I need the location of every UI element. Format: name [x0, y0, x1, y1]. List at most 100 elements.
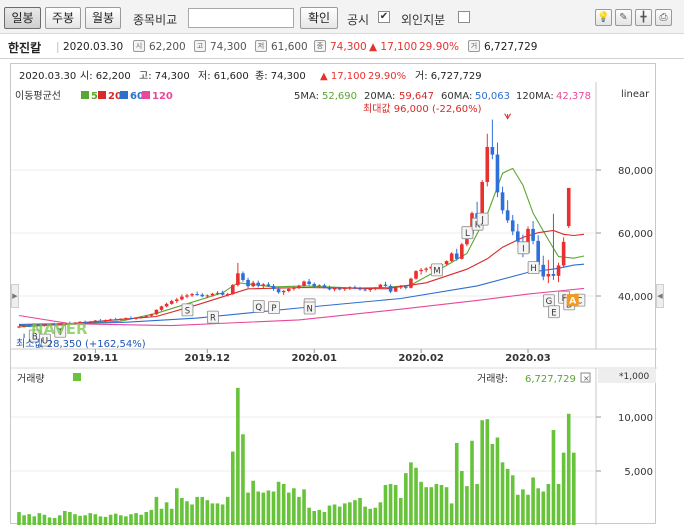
volume-bar [241, 434, 245, 525]
confirm-button[interactable]: 확인 [300, 7, 338, 29]
candle-body [180, 296, 184, 300]
candle-body [200, 294, 205, 297]
candle-body [266, 284, 271, 286]
volume-tick-label: 5,000 [624, 467, 653, 478]
ma-legend-item-120[interactable]: 120 [152, 91, 173, 102]
volume-bar [307, 507, 311, 525]
volume-bar [144, 512, 149, 525]
printer-icon[interactable]: ⎙ [655, 9, 672, 26]
open-icon: 시 [133, 40, 145, 52]
ma60-label: 60MA: [441, 91, 472, 102]
ma-legend-item-60[interactable]: 60 [130, 91, 144, 102]
candle-body [490, 147, 495, 155]
crosshair-icon[interactable]: ╋ [635, 9, 652, 26]
candle-body [485, 147, 490, 182]
volume-bar [409, 462, 413, 525]
x-tick-label: 2020.01 [291, 353, 337, 364]
marker-label-R: R [210, 314, 216, 324]
ma-legend-swatch-120 [142, 91, 150, 99]
volume-bar [256, 491, 261, 525]
volume-bar [286, 492, 291, 525]
marker-label-H: H [530, 264, 536, 274]
candle-body [449, 253, 454, 262]
ma-legend-item-20[interactable]: 20 [108, 91, 122, 102]
stock-chart[interactable]: 2020.03.30 시: 62,200 고: 74,300 저: 61,600… [11, 64, 657, 525]
x-tick-label: 2020.02 [398, 353, 444, 364]
foreign-checkbox[interactable] [458, 11, 470, 23]
ma-legend-item-5[interactable]: 5 [91, 91, 98, 102]
volume-bar [88, 513, 93, 525]
volume-bar [353, 500, 357, 525]
left-scroll-grip[interactable]: ▶ [11, 284, 19, 308]
disclosure-checkbox[interactable]: ✔ [378, 11, 390, 23]
marker-label-I: I [522, 244, 525, 254]
ma-legend-label: 이동평균선 [15, 90, 61, 102]
candle-body [185, 295, 189, 297]
candle-body [159, 306, 164, 310]
candle-body [169, 301, 174, 304]
volume-bar [378, 502, 383, 525]
marker-label-S: S [185, 306, 190, 316]
volume-bar [230, 451, 235, 525]
candle-body [139, 316, 143, 318]
volume-bar [113, 513, 118, 525]
candle-body [93, 320, 98, 322]
compare-input[interactable] [188, 8, 294, 28]
price-grid: 40,000 60,000 80,000 [11, 166, 653, 303]
candle-body [22, 325, 26, 327]
candle-body [322, 285, 327, 288]
candle-body [556, 265, 561, 276]
ma-legend-swatch-60 [120, 91, 128, 99]
volume-bar [93, 514, 98, 525]
current-tag-label: A [569, 297, 576, 307]
volume-bar [190, 504, 194, 525]
price-tick-label: 80,000 [618, 166, 653, 177]
foreign-label: 외인지분 [401, 13, 446, 27]
candle-body [460, 244, 464, 259]
candle-body [134, 317, 138, 319]
x-axis: 2019.11 2019.12 2020.01 2020.02 2020.03 [73, 349, 551, 364]
candle-body [546, 273, 551, 277]
candle-body [312, 284, 317, 287]
pencil-icon[interactable]: ✎ [615, 9, 632, 26]
volume-bar [460, 471, 464, 525]
volume-bar [164, 502, 169, 525]
ma-legend[interactable]: 5 20 60 120 [81, 91, 173, 102]
candle-body [424, 268, 428, 270]
marker-label-M: M [433, 266, 440, 276]
stock-info-bar: 한진칼 | 2020.03.30 시 62,200 고 74,300 저 61,… [0, 34, 684, 59]
candle-body [327, 287, 332, 290]
monthly-button[interactable]: 월봉 [85, 7, 121, 29]
volume-tick-label: 10,000 [618, 413, 653, 424]
volume-bar [404, 473, 408, 525]
volume-bar [180, 498, 184, 525]
volume-bar [551, 429, 556, 525]
event-markers[interactable]: SRQPONMLKJIHGFEDCBUTA [23, 113, 586, 347]
divider: | [56, 41, 60, 53]
candle-body [388, 285, 393, 292]
candle-body [551, 273, 556, 276]
x-tick-label: 2019.12 [185, 353, 231, 364]
weekly-button[interactable]: 주봉 [45, 7, 81, 29]
stock-volume: 6,727,729 [484, 41, 538, 53]
candle-body [251, 282, 255, 287]
volume-bars [17, 387, 576, 525]
ma60-value: 50,063 [475, 91, 510, 102]
volume-bar [236, 387, 240, 525]
volume-bar [251, 480, 255, 525]
chart-container[interactable]: 2020.03.30 시: 62,200 고: 74,300 저: 61,600… [10, 63, 657, 525]
daily-button[interactable]: 일봉 [4, 7, 41, 29]
price-tick-label: 40,000 [618, 292, 653, 303]
volume-bar [317, 509, 322, 525]
volume-bar [302, 489, 306, 525]
volume-value-label: 거래량: [477, 373, 508, 385]
candle-body [353, 287, 357, 289]
candle-body [302, 281, 306, 286]
volume-bar [516, 494, 520, 525]
right-scroll-grip[interactable]: ◀ [656, 284, 664, 308]
volume-bar [424, 487, 428, 525]
scale-label[interactable]: linear [621, 89, 650, 100]
candle-body [454, 253, 459, 259]
lightbulb-icon[interactable]: 💡 [595, 9, 612, 26]
candle-body [215, 292, 220, 294]
